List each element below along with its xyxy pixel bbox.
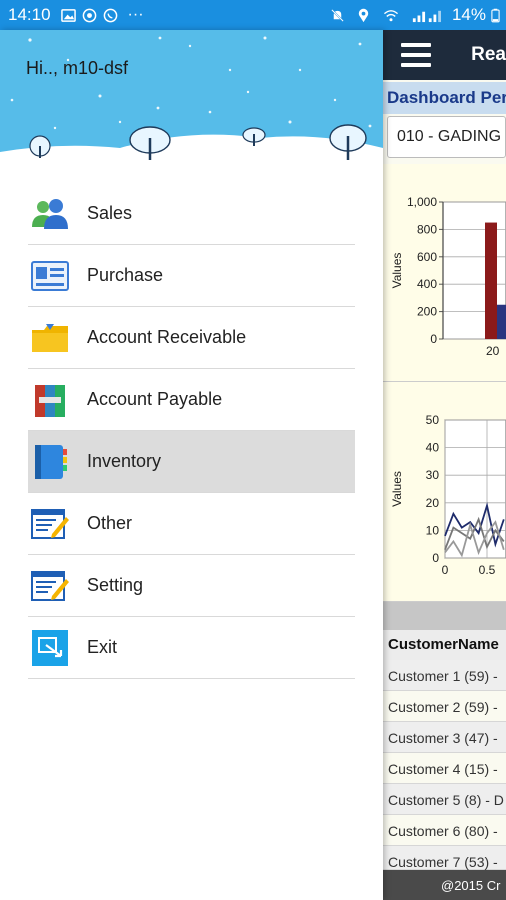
whatsapp-icon	[103, 8, 117, 22]
menu-item-setting[interactable]: Setting	[28, 555, 355, 617]
y-tick-label: 400	[417, 277, 437, 291]
y-axis-label: Values	[390, 253, 404, 289]
x-tick-label: 0	[442, 563, 449, 577]
users-icon	[30, 194, 70, 234]
app-title: Rea	[471, 44, 506, 65]
x-tick-label: 0.5	[479, 563, 496, 577]
status-bar: 14:10 ··· 14%	[0, 0, 506, 30]
menu-item-label: Account Receivable	[87, 327, 247, 347]
menu-item-label: Account Payable	[87, 389, 223, 409]
folder-icon	[30, 318, 70, 358]
app-footer: @2015 Cr	[383, 870, 506, 900]
bar	[485, 222, 497, 339]
menu-item-label: Setting	[87, 575, 144, 595]
navigation-drawer: Hi.., m10-dsf Sales Purchase Account Rec…	[0, 30, 383, 900]
table-row[interactable]: Customer 2 (59) -	[383, 691, 506, 722]
edit-form-icon	[30, 504, 70, 544]
x-tick-label: 20	[486, 344, 500, 358]
shield-icon	[82, 8, 96, 22]
y-tick-label: 0	[430, 332, 437, 346]
y-tick-label: 200	[417, 305, 437, 319]
menu-item-sales[interactable]: Sales	[28, 183, 355, 245]
menu-item-exit[interactable]: Exit	[28, 617, 355, 679]
line-chart-panel: 50 40 30 20 10 0 0 0.5 Values	[383, 382, 506, 602]
y-axis-label: Values	[390, 471, 404, 507]
line-chart: 50 40 30 20 10 00 0.5 Values	[390, 413, 506, 577]
battery-icon	[491, 8, 500, 22]
background-app: Rea Dashboard Per 010 - GADING 1,000 800 6…	[383, 30, 506, 900]
bar-chart-panel: 1,000 800 600 400 200 0 Values 20	[383, 164, 506, 382]
notebook-icon	[30, 442, 70, 482]
edit-form-icon	[30, 566, 70, 606]
bar-chart: 1,000 800 600 400 200 0 Values 20	[390, 195, 506, 358]
y-tick-label: 40	[426, 441, 440, 455]
menu-item-label: Inventory	[87, 451, 162, 471]
table-row[interactable]: Customer 4 (15) -	[383, 753, 506, 784]
signal-icon	[412, 10, 441, 22]
y-tick-label: 0	[432, 551, 439, 565]
menu-item-account-payable[interactable]: Account Payable	[28, 369, 355, 431]
table-row[interactable]: Customer 6 (80) -	[383, 815, 506, 846]
table-row[interactable]: Customer 3 (47) -	[383, 722, 506, 753]
table-row[interactable]: Customer 1 (59) -	[383, 660, 506, 691]
status-time: 14:10	[8, 5, 51, 24]
battery-percent: 14%	[451, 5, 486, 24]
menu-item-purchase[interactable]: Purchase	[28, 245, 355, 307]
drawer-menu: Sales Purchase Account Receivable Accoun…	[28, 183, 355, 679]
table-row[interactable]: Customer 5 (8) - D	[383, 784, 506, 815]
hamburger-menu-icon[interactable]	[401, 43, 432, 67]
winter-scene-illustration	[0, 30, 383, 168]
wifi-icon	[383, 9, 398, 21]
menu-item-account-receivable[interactable]: Account Receivable	[28, 307, 355, 369]
drawer-header: Hi.., m10-dsf	[0, 30, 383, 168]
menu-item-label: Other	[87, 513, 133, 533]
y-tick-label: 20	[426, 496, 440, 510]
image-icon	[60, 8, 76, 22]
user-greeting: Hi.., m10-dsf	[26, 58, 129, 78]
y-tick-label: 600	[417, 250, 437, 264]
y-tick-label: 30	[426, 468, 440, 482]
exit-icon	[30, 628, 70, 668]
dashboard-heading: Dashboard Per	[383, 82, 506, 114]
menu-item-label: Exit	[87, 637, 118, 657]
branch-select[interactable]: 010 - GADING	[387, 116, 506, 158]
menu-item-label: Sales	[87, 203, 133, 223]
y-tick-label: 1,000	[407, 195, 437, 209]
table-row[interactable]: Customer 7 (53) -	[383, 846, 506, 870]
more-dots-icon: ···	[127, 6, 144, 23]
y-tick-label: 50	[426, 413, 440, 427]
id-card-icon	[30, 256, 70, 296]
menu-item-inventory[interactable]: Inventory	[28, 431, 355, 493]
location-icon	[358, 8, 369, 22]
bar	[497, 304, 506, 339]
menu-item-other[interactable]: Other	[28, 493, 355, 555]
mute-icon	[331, 8, 344, 22]
app-toolbar: Rea	[383, 30, 506, 80]
y-tick-label: 10	[426, 523, 440, 537]
table-header-customername: CustomerName	[383, 630, 506, 660]
table-toolbar	[383, 602, 506, 630]
binders-icon	[30, 380, 70, 420]
menu-item-label: Purchase	[87, 265, 164, 285]
y-tick-label: 800	[417, 222, 437, 236]
